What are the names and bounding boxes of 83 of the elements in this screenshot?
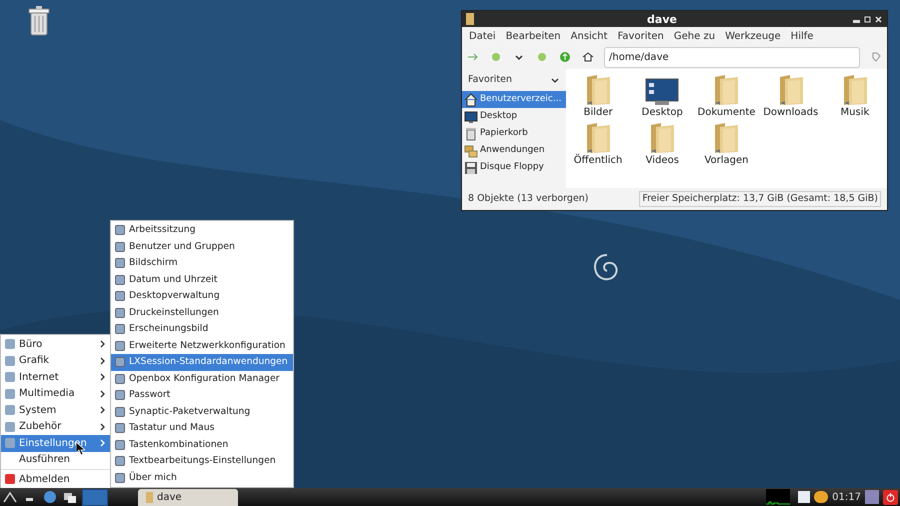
menu-item[interactable]: Büro xyxy=(1,336,110,352)
menu-item[interactable]: System xyxy=(1,402,110,418)
file-label[interactable]: Desktop xyxy=(642,107,683,119)
menu-item[interactable]: Datum und Uhrzeit xyxy=(111,272,293,288)
app-icon xyxy=(115,242,125,252)
apps-icon xyxy=(464,144,478,158)
app-icon xyxy=(115,406,125,417)
menu-item[interactable]: Openbox Konfiguration Manager xyxy=(111,370,293,387)
menu-item[interactable]: Zubehör xyxy=(1,418,110,435)
menu-item[interactable]: Grafik xyxy=(1,352,110,369)
file-label[interactable]: Bilder xyxy=(584,107,613,119)
power-icon[interactable] xyxy=(883,490,898,504)
app-icon xyxy=(115,374,125,384)
task-button[interactable]: dave xyxy=(138,488,238,506)
globe-icon[interactable] xyxy=(42,489,58,505)
file-label[interactable]: Vorlagen xyxy=(704,155,749,167)
home-icon xyxy=(464,92,478,106)
menu-item[interactable]: Erscheinungsbild xyxy=(111,321,293,338)
menu-item[interactable]: Bearbeiten xyxy=(500,28,566,44)
app-icon xyxy=(115,225,125,236)
menu-item[interactable]: Gehe zu xyxy=(668,28,720,44)
menu-item[interactable]: Bildschirm xyxy=(111,255,293,272)
menu-item[interactable]: LXSession-Standardanwendungen xyxy=(111,354,293,370)
cpu-monitor-drawing xyxy=(766,489,790,505)
app-icon xyxy=(115,472,125,483)
menu-item[interactable]: Favoriten xyxy=(612,28,669,44)
menu-item[interactable]: Ansicht xyxy=(566,28,613,44)
maximize-button[interactable] xyxy=(863,14,872,24)
status-text: 8 Objekte (13 verborgen) xyxy=(468,192,589,206)
menu-item[interactable]: Arbeitssitzung xyxy=(111,222,293,238)
sidebar-item[interactable]: Desktop xyxy=(462,108,566,125)
app-icon xyxy=(115,340,125,351)
file-label[interactable]: Downloads xyxy=(763,107,818,119)
path-field[interactable]: /home/dave xyxy=(604,46,860,68)
app-icon xyxy=(115,423,125,434)
menu-item[interactable]: Erweiterte Netzwerkkonfiguration xyxy=(111,338,293,354)
menu-item[interactable]: Multimedia xyxy=(1,386,110,402)
clock[interactable]: 01:17 xyxy=(832,490,861,504)
file-label[interactable]: Öffentlich xyxy=(574,155,622,167)
menu-item[interactable]: Tastatur und Maus xyxy=(111,420,293,436)
menu-item[interactable]: Passwort xyxy=(111,387,293,404)
menu-item[interactable]: Benutzer und Gruppen xyxy=(111,238,293,255)
folder-icon xyxy=(466,13,474,25)
menu-item[interactable]: Hilfe xyxy=(786,28,818,44)
app-icon xyxy=(115,308,125,318)
menu-item[interactable]: Desktopverwaltung xyxy=(111,288,293,304)
app-icon xyxy=(115,324,125,334)
sidebar-item[interactable]: Anwendungen xyxy=(462,142,566,159)
file-label[interactable]: Dokumente xyxy=(698,107,756,119)
file-label[interactable]: Musik xyxy=(840,107,870,119)
sidebar-item[interactable]: Benutzerverzeic... xyxy=(462,91,566,108)
menu-item[interactable]: Tastenkombinationen xyxy=(111,436,293,453)
sidebar-item[interactable]: Papierkorb xyxy=(462,125,566,142)
app-icon xyxy=(115,274,125,285)
free-space-text: Freier Speicherplatz: 13,7 GiB (Gesamt: 18,5 GiB) xyxy=(639,190,881,208)
app-icon xyxy=(115,357,125,368)
menu-item[interactable]: Über mich xyxy=(111,470,293,486)
app-icon xyxy=(115,440,125,450)
menu-item[interactable]: Abmelden xyxy=(1,471,110,488)
sidebar-header: Favoriten xyxy=(468,72,512,87)
window-title: dave xyxy=(646,14,678,24)
menu-item[interactable]: Textbearbeitungs-Einstellungen xyxy=(111,453,293,470)
menu-item[interactable]: Einstellungen xyxy=(1,435,110,452)
menu-item[interactable]: Synaptic-Paketverwaltung xyxy=(111,404,293,420)
close-button[interactable] xyxy=(874,14,883,24)
trash-icon[interactable] xyxy=(28,6,50,36)
app-icon xyxy=(115,258,125,268)
desktop-icon xyxy=(464,110,478,124)
home-icon[interactable] xyxy=(581,50,595,64)
menu-item[interactable]: Datei xyxy=(464,28,501,44)
sidebar-item[interactable]: Disque Floppy xyxy=(462,159,566,176)
up-circle-icon[interactable] xyxy=(558,50,572,64)
menu-item[interactable]: Ausführen xyxy=(1,452,110,468)
folder-icon xyxy=(146,492,153,502)
menu-logo-icon[interactable] xyxy=(2,489,18,505)
app-icon xyxy=(115,291,125,302)
file-label[interactable]: Videos xyxy=(646,155,679,167)
app-icon xyxy=(115,390,125,400)
menu-item[interactable]: Druckeinstellungen xyxy=(111,304,293,321)
trash-icon xyxy=(464,126,478,140)
menu-item[interactable]: Internet xyxy=(1,369,110,386)
menu-item[interactable]: Werkzeuge xyxy=(720,28,786,44)
app-icon xyxy=(115,456,125,466)
